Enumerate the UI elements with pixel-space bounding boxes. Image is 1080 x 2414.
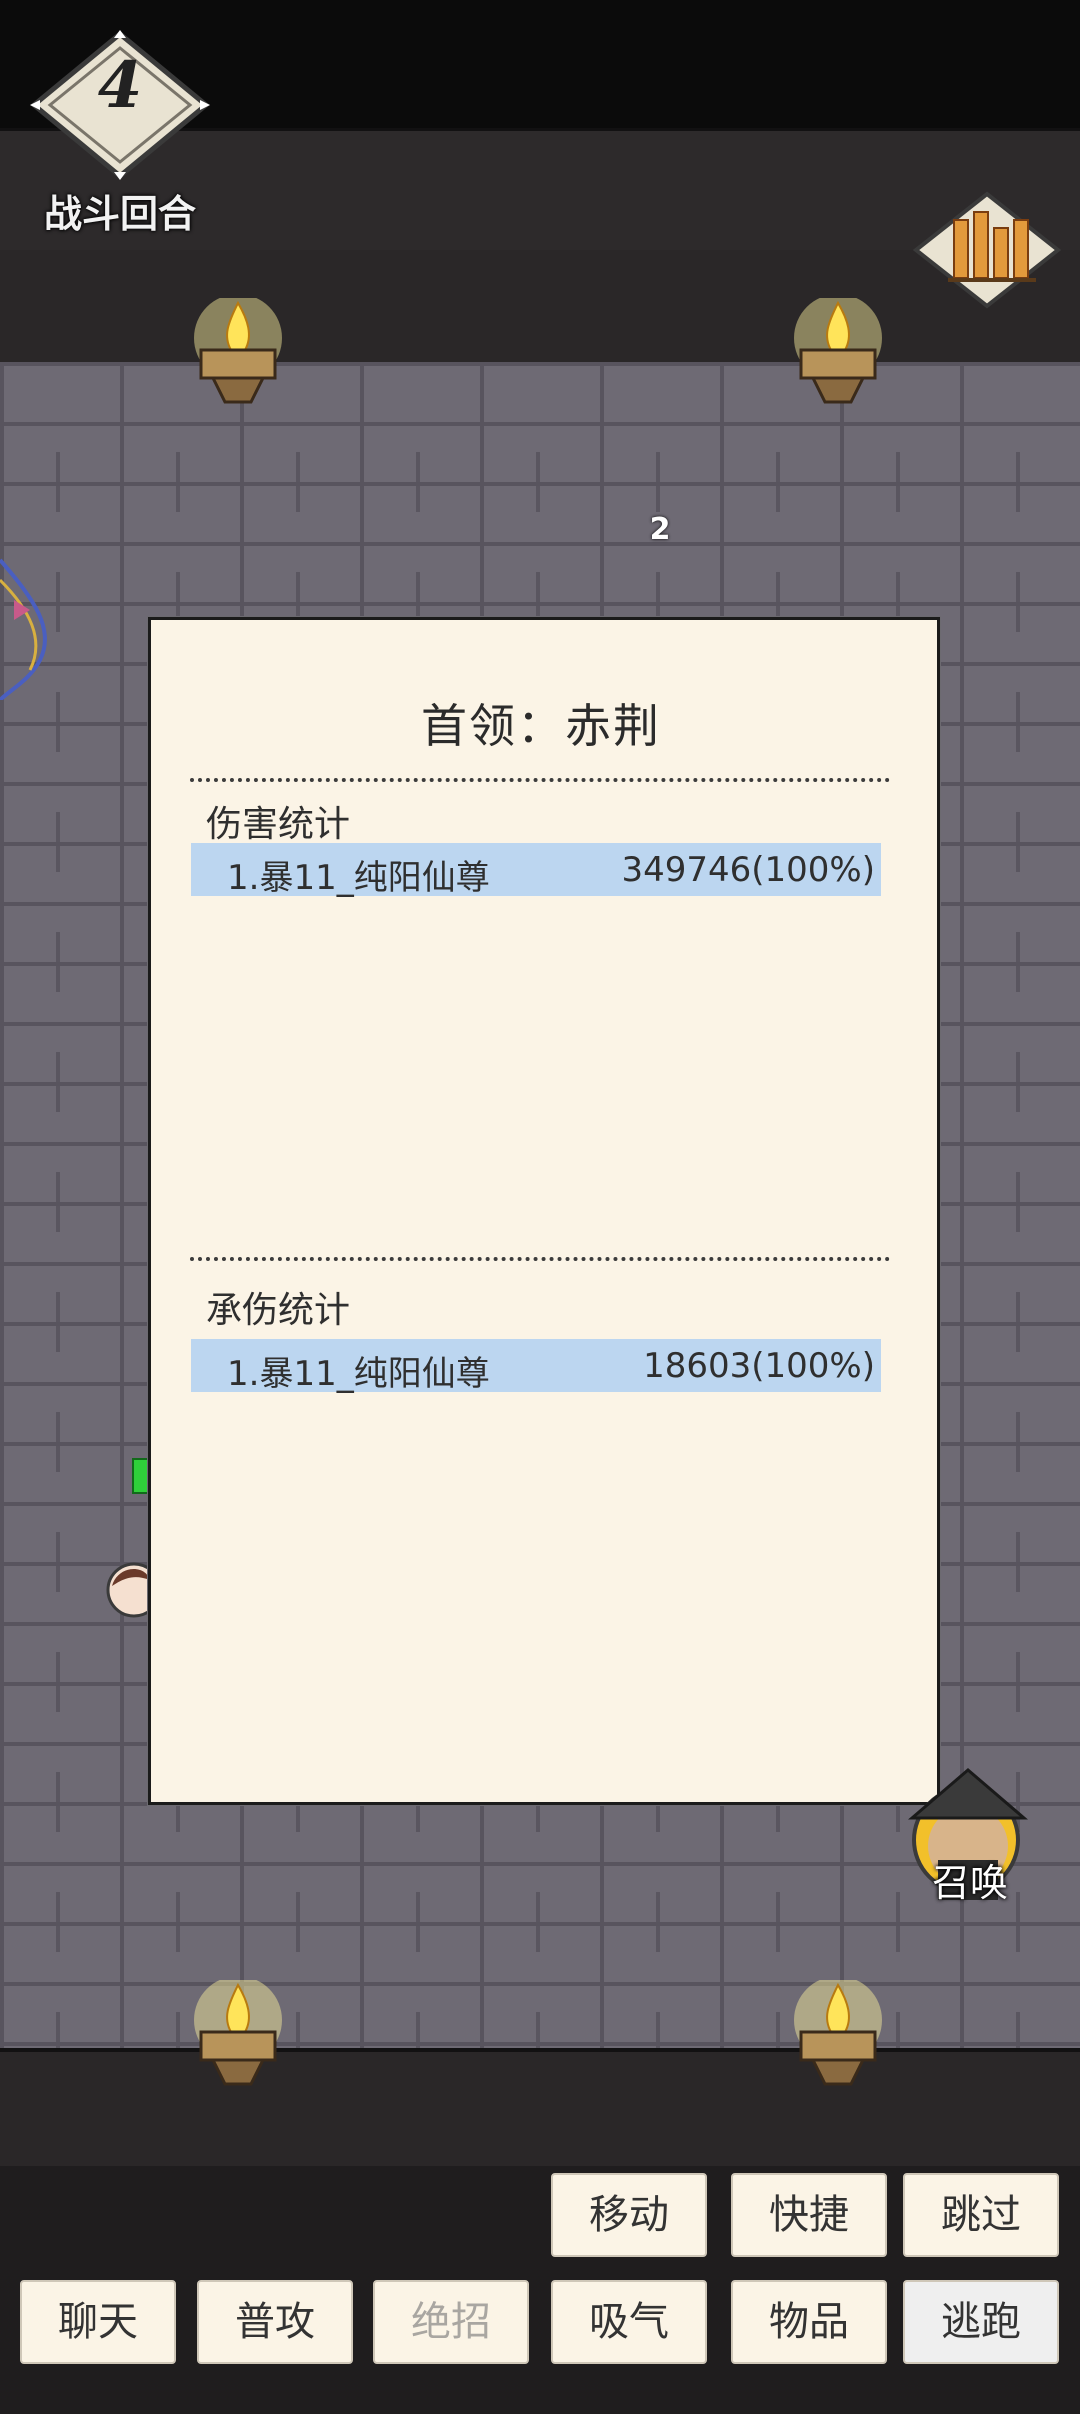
ultimate-button[interactable]: 绝招 xyxy=(373,2280,529,2364)
panel-title: 首领：赤荆 xyxy=(421,699,661,753)
damage-row-value: 349746(100%) xyxy=(621,850,875,890)
round-number: 4 xyxy=(97,48,143,123)
divider xyxy=(190,778,890,782)
damage-section-label: 伤害统计 xyxy=(206,804,351,845)
move-button[interactable]: 移动 xyxy=(551,2173,707,2257)
torch-icon xyxy=(194,1980,282,2086)
normal-attack-button[interactable]: 普攻 xyxy=(197,2280,353,2364)
lower-ledge xyxy=(0,2048,1080,2174)
floating-number: 2 xyxy=(649,512,671,547)
torch-icon xyxy=(794,1980,882,2086)
player-character-avatar[interactable] xyxy=(104,1560,150,1620)
taken-section-label: 承伤统计 xyxy=(206,1290,351,1331)
summon-label[interactable]: 召唤 xyxy=(900,1852,1040,1907)
items-button[interactable]: 物品 xyxy=(731,2280,887,2364)
bar-chart-icon[interactable] xyxy=(912,190,1062,310)
divider xyxy=(190,1257,890,1261)
damage-row-name: 1.暴11_纯阳仙尊 xyxy=(227,858,490,898)
round-label: 战斗回合 xyxy=(43,192,196,236)
flee-button[interactable]: 逃跑 xyxy=(903,2280,1059,2364)
chat-button[interactable]: 聊天 xyxy=(20,2280,176,2364)
torch-icon xyxy=(794,298,882,404)
side-drawer-handle-icon[interactable] xyxy=(0,540,55,700)
taken-row-value: 18603(100%) xyxy=(643,1346,875,1386)
skip-button[interactable]: 跳过 xyxy=(903,2173,1059,2257)
shortcut-button[interactable]: 快捷 xyxy=(731,2173,887,2257)
taken-row: 1.暴11_纯阳仙尊 18603(100%) xyxy=(191,1339,881,1394)
torch-icon xyxy=(194,298,282,404)
damage-row: 1.暴11_纯阳仙尊 349746(100%) xyxy=(191,843,881,898)
taken-row-name: 1.暴11_纯阳仙尊 xyxy=(227,1354,490,1394)
breathe-button[interactable]: 吸气 xyxy=(551,2280,707,2364)
